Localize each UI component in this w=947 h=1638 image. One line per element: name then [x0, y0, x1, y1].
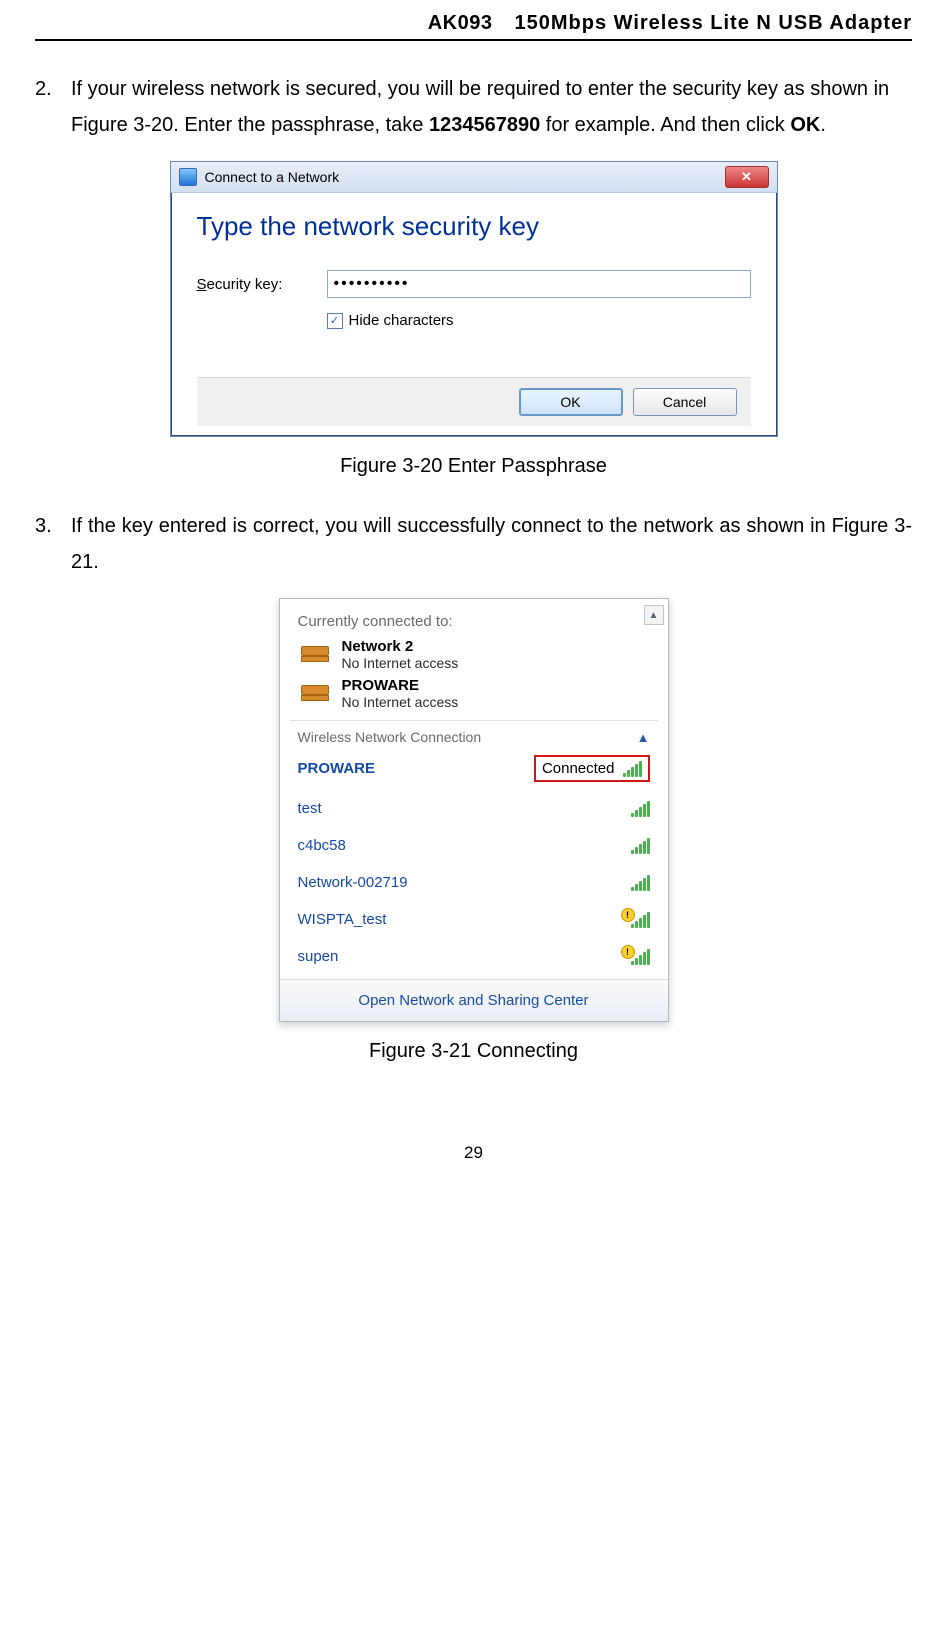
figure-3-20-wrap: Connect to a Network ✕ Type the network …: [35, 161, 912, 437]
checkmark-icon: ✓: [327, 313, 343, 329]
dialog-title: Connect to a Network: [205, 169, 340, 185]
chevron-up-icon: ▲: [649, 610, 659, 621]
connection-item[interactable]: PROWARE No Internet access: [284, 673, 664, 712]
network-name: c4bc58: [298, 837, 346, 854]
network-item[interactable]: c4bc58: [284, 827, 664, 864]
scroll-up-button[interactable]: ▲: [644, 605, 664, 625]
cancel-button[interactable]: Cancel: [633, 388, 737, 416]
chevron-up-icon: ▲: [637, 730, 650, 745]
bench-icon: [298, 681, 332, 707]
figure-3-20-caption: Figure 3-20 Enter Passphrase: [35, 455, 912, 478]
text: .: [820, 114, 826, 136]
wireless-section-header[interactable]: Wireless Network Connection ▲: [284, 723, 664, 747]
close-button[interactable]: ✕: [725, 166, 769, 188]
network-item[interactable]: supen: [284, 938, 664, 975]
network-name: supen: [298, 948, 339, 965]
ol-num: 2.: [35, 71, 53, 143]
connection-name: PROWARE: [342, 677, 459, 694]
page-number: 29: [35, 1143, 912, 1183]
figure-3-21-caption: Figure 3-21 Connecting: [35, 1040, 912, 1063]
divider: [290, 720, 658, 721]
signal-warning-icon: [631, 912, 650, 928]
ok-reference: OK: [790, 114, 820, 136]
dialog-heading: Type the network security key: [197, 211, 751, 242]
network-name: PROWARE: [298, 760, 376, 777]
ol-num: 3.: [35, 508, 53, 580]
signal-icon: [631, 838, 650, 854]
network-item[interactable]: Network-002719: [284, 864, 664, 901]
product-title: 150Mbps Wireless Lite N USB Adapter: [514, 12, 912, 35]
dialog-titlebar: Connect to a Network ✕: [171, 162, 777, 193]
network-name: Network-002719: [298, 874, 408, 891]
signal-icon: [623, 761, 642, 777]
network-item[interactable]: WISPTA_test: [284, 901, 664, 938]
network-name: WISPTA_test: [298, 911, 387, 928]
security-key-input[interactable]: ••••••••••: [327, 270, 751, 298]
ok-button[interactable]: OK: [519, 388, 623, 416]
ol-item-2: 2. If your wireless network is secured, …: [35, 71, 912, 143]
signal-warning-icon: [631, 949, 650, 965]
passphrase-example: 1234567890: [429, 114, 540, 136]
hide-characters-checkbox[interactable]: ✓ Hide characters: [327, 312, 751, 329]
wireless-section-label: Wireless Network Connection: [298, 729, 482, 745]
close-icon: ✕: [741, 169, 752, 185]
ol-body: If the key entered is correct, you will …: [71, 508, 912, 580]
security-key-label: Security key:: [197, 276, 307, 293]
connection-status: No Internet access: [342, 655, 459, 671]
connected-highlight: Connected: [534, 755, 650, 782]
currently-connected-label: Currently connected to:: [284, 603, 664, 634]
text: for example. And then click: [540, 114, 790, 136]
figure-3-21-wrap: ▲ Currently connected to: Network 2 No I…: [35, 598, 912, 1022]
bench-icon: [298, 642, 332, 668]
dialog-footer: OK Cancel: [197, 377, 751, 426]
network-name: test: [298, 800, 322, 817]
ol-body: If your wireless network is secured, you…: [71, 71, 912, 143]
network-item-proware[interactable]: PROWARE Connected: [284, 747, 664, 790]
product-code: AK093: [428, 12, 493, 35]
connected-text: Connected: [542, 760, 615, 777]
network-flyout: ▲ Currently connected to: Network 2 No I…: [279, 598, 669, 1022]
connection-item[interactable]: Network 2 No Internet access: [284, 634, 664, 673]
signal-icon: [631, 875, 650, 891]
ol-item-3: 3. If the key entered is correct, you wi…: [35, 508, 912, 580]
open-network-sharing-link[interactable]: Open Network and Sharing Center: [280, 979, 668, 1021]
network-icon: [179, 168, 197, 186]
network-item[interactable]: test: [284, 790, 664, 827]
signal-icon: [631, 801, 650, 817]
connect-dialog: Connect to a Network ✕ Type the network …: [170, 161, 778, 437]
connection-status: No Internet access: [342, 694, 459, 710]
connection-name: Network 2: [342, 638, 459, 655]
page-header: AK093 150Mbps Wireless Lite N USB Adapte…: [35, 0, 912, 41]
